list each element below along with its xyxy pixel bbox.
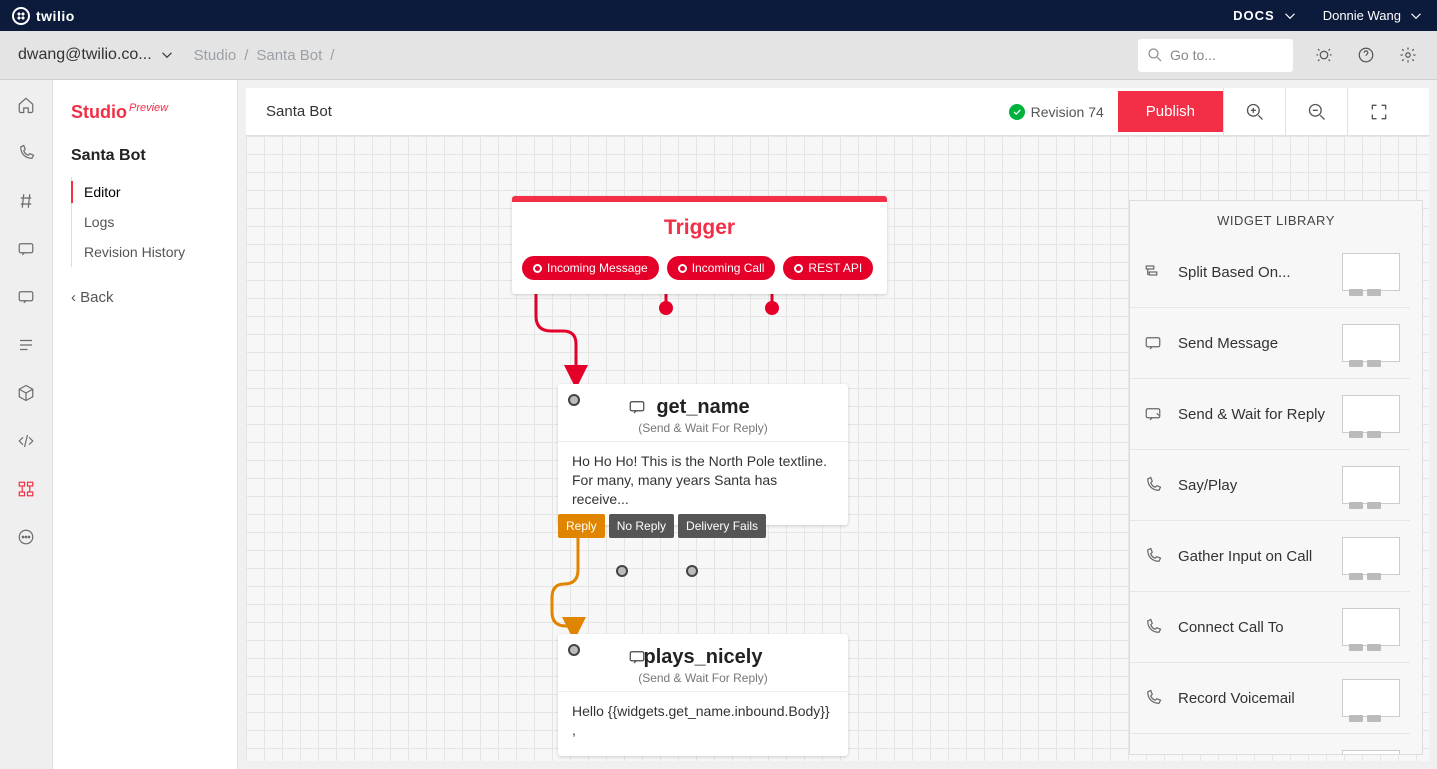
rail-studio-icon[interactable] — [13, 476, 39, 502]
lib-item-say-play[interactable]: Say/Play — [1130, 450, 1410, 521]
sidebar: StudioPreview Santa Bot Editor Logs Revi… — [53, 80, 238, 769]
phone-icon — [1140, 547, 1166, 565]
lib-item-connect-call[interactable]: Connect Call To — [1130, 592, 1410, 663]
output-port[interactable] — [686, 565, 698, 577]
out-reply[interactable]: Reply — [558, 514, 605, 538]
rail-more-icon[interactable] — [13, 524, 39, 550]
widget-library-scroll[interactable]: Split Based On... Send Message Send & Wa… — [1130, 237, 1410, 754]
fullscreen-icon[interactable] — [1347, 88, 1409, 135]
twilio-logo-icon — [12, 7, 30, 25]
search-placeholder: Go to... — [1170, 47, 1216, 63]
check-icon — [1009, 104, 1025, 120]
chevron-down-icon — [158, 46, 176, 64]
canvas-header: Santa Bot Revision 74 Publish — [246, 88, 1429, 136]
out-delivery-fails[interactable]: Delivery Fails — [678, 514, 766, 538]
studio-heading: StudioPreview — [71, 102, 219, 123]
phone-icon — [1140, 476, 1166, 494]
chat-icon — [628, 398, 646, 421]
debugger-icon[interactable] — [1313, 44, 1335, 66]
search-input[interactable]: Go to... — [1138, 39, 1293, 72]
twilio-logo[interactable]: twilio — [12, 7, 75, 25]
publish-button[interactable]: Publish — [1118, 91, 1223, 132]
rail-code-icon[interactable] — [13, 428, 39, 454]
phone-icon — [1140, 618, 1166, 636]
lib-item-send-message[interactable]: Send Message — [1130, 308, 1410, 379]
nav-rail — [0, 80, 53, 769]
phone-icon — [1140, 689, 1166, 707]
widget-name: plays_nicely — [572, 646, 834, 669]
chat-icon — [628, 648, 646, 671]
sidebar-item-editor[interactable]: Editor — [72, 177, 219, 207]
rail-hash-icon[interactable] — [13, 188, 39, 214]
chat-icon — [1140, 334, 1166, 352]
widget-get-name[interactable]: get_name (Send & Wait For Reply) Ho Ho H… — [558, 384, 848, 525]
lib-item-record-voicemail[interactable]: Record Voicemail — [1130, 663, 1410, 734]
trigger-title: Trigger — [512, 202, 887, 250]
chevron-down-icon — [1407, 7, 1425, 25]
widget-body: Hello {{widgets.get_name.inbound.Body}} … — [558, 691, 848, 756]
back-link[interactable]: ‹ Back — [71, 289, 219, 306]
widget-type-label: (Send & Wait For Reply) — [572, 421, 834, 435]
widget-library-panel: WIDGET LIBRARY Split Based On... Send Me… — [1129, 200, 1423, 755]
sidebar-item-logs[interactable]: Logs — [72, 207, 219, 237]
zoom-out-icon[interactable] — [1285, 88, 1347, 135]
revision-status[interactable]: Revision 74 — [1009, 104, 1104, 120]
docs-link[interactable]: DOCS — [1233, 7, 1299, 25]
trigger-pill-incoming-call[interactable]: Incoming Call — [667, 256, 776, 280]
split-icon — [1140, 263, 1166, 281]
out-no-reply[interactable]: No Reply — [609, 514, 674, 538]
zoom-in-icon[interactable] — [1223, 88, 1285, 135]
widget-body: Ho Ho Ho! This is the North Pole textlin… — [558, 441, 848, 525]
trigger-pill-rest-api[interactable]: REST API — [783, 256, 873, 280]
widget-plays-nicely[interactable]: plays_nicely (Send & Wait For Reply) Hel… — [558, 634, 848, 756]
canvas-title: Santa Bot — [266, 103, 332, 120]
lib-item-send-wait-reply[interactable]: Send & Wait for Reply — [1130, 379, 1410, 450]
lib-item-gather-input[interactable]: Gather Input on Call — [1130, 521, 1410, 592]
sidebar-item-revision-history[interactable]: Revision History — [72, 237, 219, 267]
sidebar-flow-name: Santa Bot — [71, 147, 219, 165]
breadcrumb[interactable]: Studio / Santa Bot / — [194, 47, 335, 64]
widget-library-title: WIDGET LIBRARY — [1130, 201, 1422, 236]
rail-cube-icon[interactable] — [13, 380, 39, 406]
input-port[interactable] — [568, 644, 580, 656]
rail-sms-icon[interactable] — [13, 236, 39, 262]
input-port[interactable] — [568, 394, 580, 406]
output-port[interactable] — [616, 565, 628, 577]
rail-home-icon[interactable] — [13, 92, 39, 118]
rail-phone-icon[interactable] — [13, 140, 39, 166]
subbar: dwang@twilio.co... Studio / Santa Bot / … — [0, 31, 1437, 80]
twilio-wordmark: twilio — [36, 8, 75, 24]
rail-chat-icon[interactable] — [13, 284, 39, 310]
widget-name: get_name — [572, 396, 834, 419]
chat-reply-icon — [1140, 405, 1166, 423]
account-switcher[interactable]: dwang@twilio.co... — [18, 46, 176, 64]
trigger-node[interactable]: Trigger Incoming Message Incoming Call R… — [512, 196, 887, 294]
help-icon[interactable] — [1355, 44, 1377, 66]
search-icon — [1146, 46, 1164, 64]
chevron-down-icon — [1281, 7, 1299, 25]
lib-item-outgoing-call[interactable]: Make Outgoing Call — [1130, 734, 1410, 754]
rail-list-icon[interactable] — [13, 332, 39, 358]
topbar: twilio DOCS Donnie Wang — [0, 0, 1437, 31]
trigger-pill-incoming-message[interactable]: Incoming Message — [522, 256, 659, 280]
flow-canvas[interactable]: Trigger Incoming Message Incoming Call R… — [246, 136, 1429, 761]
widget-type-label: (Send & Wait For Reply) — [572, 671, 834, 685]
lib-item-split[interactable]: Split Based On... — [1130, 237, 1410, 308]
user-menu[interactable]: Donnie Wang — [1323, 7, 1425, 25]
settings-gear-icon[interactable] — [1397, 44, 1419, 66]
